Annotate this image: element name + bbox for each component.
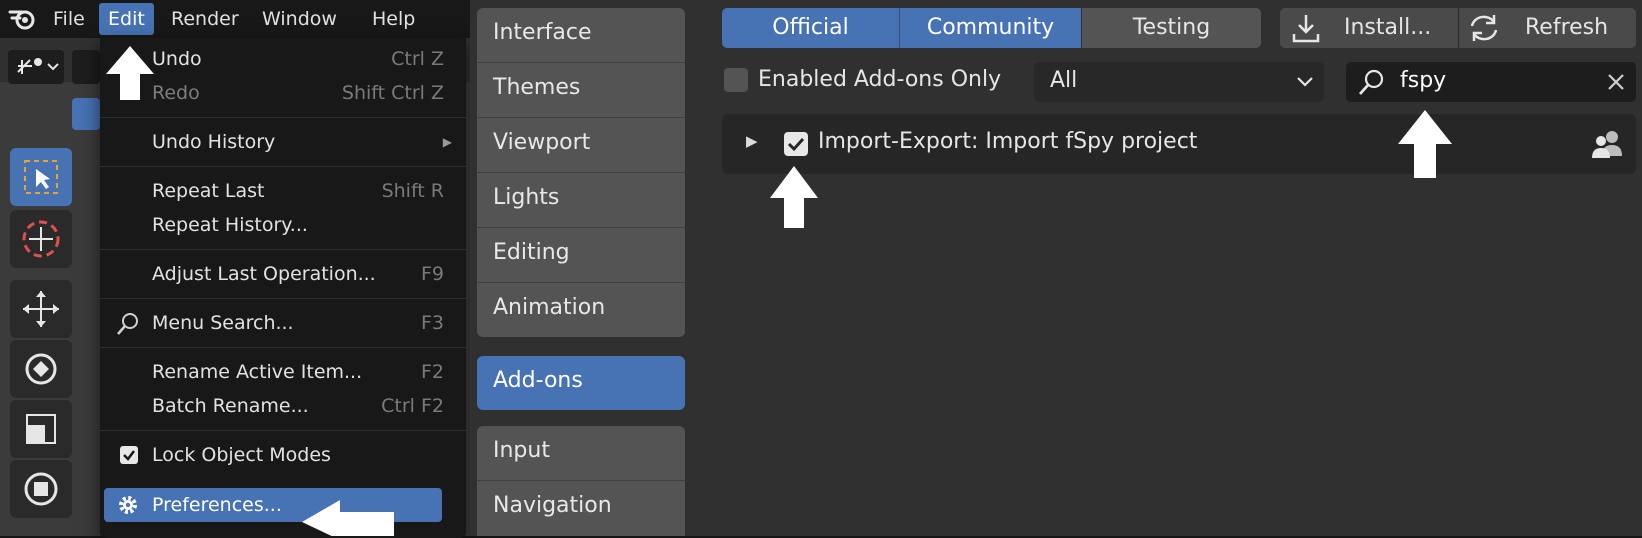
arrow-left-overlay-preferences bbox=[302, 500, 394, 536]
menu-item-batch-rename[interactable]: Batch Rename... Ctrl F2 bbox=[100, 389, 466, 423]
search-icon bbox=[117, 313, 138, 335]
menu-item-rename-active-item[interactable]: Rename Active Item... F2 bbox=[100, 355, 466, 389]
tab-testing[interactable]: Testing bbox=[1082, 8, 1261, 48]
menu-edit[interactable]: Edit bbox=[99, 3, 154, 35]
top-menu-bar: File Edit Render Window Help bbox=[0, 0, 470, 38]
enabled-only-label: Enabled Add-ons Only bbox=[758, 67, 1002, 92]
mode-button[interactable] bbox=[72, 98, 100, 130]
tab-community[interactable]: Community bbox=[900, 8, 1081, 48]
menu-separator bbox=[100, 117, 466, 118]
menu-file[interactable]: File bbox=[44, 0, 94, 38]
refresh-button[interactable]: Refresh bbox=[1459, 8, 1636, 48]
nav-editing[interactable]: Editing bbox=[477, 228, 685, 282]
menu-item-lock-object-modes[interactable]: Lock Object Modes bbox=[100, 438, 466, 472]
enabled-only-checkbox[interactable] bbox=[724, 68, 748, 92]
download-icon bbox=[1292, 15, 1320, 43]
checkmark-icon bbox=[787, 137, 805, 152]
arrow-up-overlay-edit bbox=[106, 46, 154, 100]
search-icon bbox=[1358, 69, 1384, 95]
move-tool[interactable] bbox=[10, 280, 72, 338]
transform-pivot-button[interactable] bbox=[8, 50, 64, 84]
menu-item-undo-history[interactable]: Undo History ▶ bbox=[100, 125, 466, 159]
arrow-up-overlay-checkbox bbox=[770, 166, 818, 228]
category-select[interactable]: All bbox=[1034, 62, 1324, 102]
checkbox-checked-icon bbox=[120, 446, 138, 464]
tab-official[interactable]: Official bbox=[722, 8, 899, 48]
menu-window[interactable]: Window bbox=[253, 0, 346, 38]
rotate-icon bbox=[25, 353, 57, 385]
chevron-down-icon bbox=[1297, 77, 1313, 87]
install-button[interactable]: Install... bbox=[1280, 8, 1458, 48]
refresh-icon bbox=[1470, 15, 1498, 41]
scale-icon bbox=[26, 414, 56, 444]
menu-separator bbox=[100, 430, 466, 431]
expand-triangle-icon[interactable]: ▶ bbox=[746, 132, 758, 150]
nav-add-ons[interactable]: Add-ons bbox=[477, 356, 685, 410]
menu-item-repeat-history[interactable]: Repeat History... bbox=[100, 208, 466, 242]
cursor-tool[interactable] bbox=[10, 210, 72, 268]
select-box-tool[interactable] bbox=[10, 148, 72, 206]
addon-enable-checkbox[interactable] bbox=[784, 132, 808, 156]
select-box-mode-button[interactable] bbox=[72, 50, 100, 84]
edit-menu-dropdown: Undo Ctrl Z Redo Shift Ctrl Z Undo History… bbox=[100, 38, 466, 538]
search-value: fspy bbox=[1400, 68, 1447, 93]
nav-themes[interactable]: Themes bbox=[477, 63, 685, 117]
nav-interface[interactable]: Interface bbox=[477, 8, 685, 62]
nav-animation[interactable]: Animation bbox=[477, 283, 685, 337]
refresh-label: Refresh bbox=[1525, 15, 1609, 40]
nav-viewport[interactable]: Viewport bbox=[477, 118, 685, 172]
addon-row: ▶ Import-Export: Import fSpy project bbox=[722, 114, 1636, 174]
submenu-arrow-icon: ▶ bbox=[442, 135, 452, 149]
menu-help[interactable]: Help bbox=[363, 0, 424, 38]
move-icon bbox=[23, 291, 59, 327]
addon-name: Import-Export: Import fSpy project bbox=[818, 129, 1198, 154]
arrow-up-overlay-search bbox=[1398, 110, 1452, 178]
menu-item-adjust-last-operation[interactable]: Adjust Last Operation... F9 bbox=[100, 257, 466, 291]
snap-icon bbox=[17, 58, 59, 74]
category-value: All bbox=[1050, 68, 1078, 93]
clear-search-icon[interactable] bbox=[1606, 72, 1626, 92]
menu-item-repeat-last[interactable]: Repeat Last Shift R bbox=[100, 174, 466, 208]
menu-separator bbox=[100, 298, 466, 299]
transform-tool[interactable] bbox=[10, 460, 72, 518]
nav-input[interactable]: Input bbox=[477, 426, 685, 480]
menu-separator bbox=[100, 249, 466, 250]
menu-separator bbox=[100, 166, 466, 167]
scale-tool[interactable] bbox=[10, 400, 72, 458]
nav-lights[interactable]: Lights bbox=[477, 173, 685, 227]
install-label: Install... bbox=[1344, 15, 1432, 40]
select-box-icon bbox=[24, 160, 58, 194]
cursor-icon bbox=[22, 220, 60, 258]
menu-item-menu-search[interactable]: Menu Search... F3 bbox=[100, 306, 466, 340]
community-users-icon bbox=[1592, 131, 1622, 158]
menu-render[interactable]: Render bbox=[162, 0, 248, 38]
menu-separator bbox=[100, 347, 466, 348]
transform-icon bbox=[24, 472, 58, 506]
nav-navigation[interactable]: Navigation bbox=[477, 481, 685, 536]
addon-search-field[interactable]: fspy bbox=[1346, 62, 1636, 102]
blender-logo-icon[interactable] bbox=[8, 6, 38, 32]
rotate-tool[interactable] bbox=[10, 340, 72, 398]
gear-icon bbox=[119, 496, 137, 514]
